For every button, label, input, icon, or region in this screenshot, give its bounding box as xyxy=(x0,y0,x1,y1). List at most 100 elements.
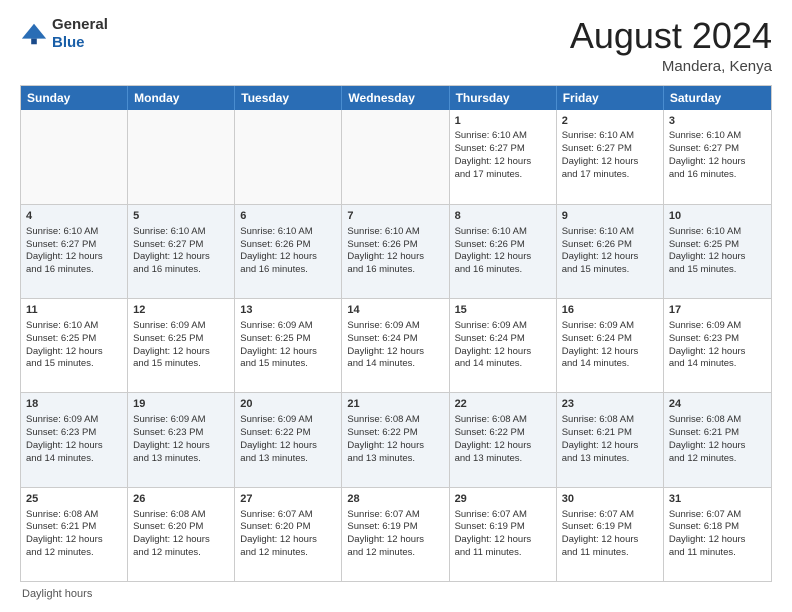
calendar-row: 11Sunrise: 6:10 AMSunset: 6:25 PMDayligh… xyxy=(21,298,771,392)
calendar-body: 1Sunrise: 6:10 AMSunset: 6:27 PMDaylight… xyxy=(21,110,771,581)
day-info: and 16 minutes. xyxy=(26,264,122,277)
day-info: Sunset: 6:19 PM xyxy=(347,521,443,534)
day-number: 25 xyxy=(26,492,122,507)
day-info: Daylight: 12 hours xyxy=(669,534,766,547)
calendar-cell: 6Sunrise: 6:10 AMSunset: 6:26 PMDaylight… xyxy=(235,205,342,298)
day-info: Daylight: 12 hours xyxy=(26,534,122,547)
day-info: and 16 minutes. xyxy=(455,264,551,277)
day-number: 24 xyxy=(669,397,766,412)
day-number: 5 xyxy=(133,209,229,224)
calendar-cell: 18Sunrise: 6:09 AMSunset: 6:23 PMDayligh… xyxy=(21,393,128,486)
day-info: Sunrise: 6:10 AM xyxy=(26,226,122,239)
day-number: 16 xyxy=(562,303,658,318)
day-info: and 15 minutes. xyxy=(26,358,122,371)
day-number: 14 xyxy=(347,303,443,318)
day-info: and 15 minutes. xyxy=(562,264,658,277)
day-info: Sunset: 6:24 PM xyxy=(347,333,443,346)
calendar-cell: 15Sunrise: 6:09 AMSunset: 6:24 PMDayligh… xyxy=(450,299,557,392)
day-info: Daylight: 12 hours xyxy=(240,440,336,453)
day-info: and 12 minutes. xyxy=(133,547,229,560)
calendar-cell: 3Sunrise: 6:10 AMSunset: 6:27 PMDaylight… xyxy=(664,110,771,204)
calendar-row: 1Sunrise: 6:10 AMSunset: 6:27 PMDaylight… xyxy=(21,110,771,204)
calendar-cell: 5Sunrise: 6:10 AMSunset: 6:27 PMDaylight… xyxy=(128,205,235,298)
calendar-cell xyxy=(128,110,235,204)
calendar: SundayMondayTuesdayWednesdayThursdayFrid… xyxy=(20,85,772,582)
day-info: and 14 minutes. xyxy=(347,358,443,371)
day-info: Daylight: 12 hours xyxy=(669,251,766,264)
day-info: Sunrise: 6:10 AM xyxy=(455,226,551,239)
day-info: and 11 minutes. xyxy=(562,547,658,560)
day-number: 26 xyxy=(133,492,229,507)
day-info: Daylight: 12 hours xyxy=(669,156,766,169)
day-info: Daylight: 12 hours xyxy=(347,346,443,359)
day-info: Sunset: 6:27 PM xyxy=(26,239,122,252)
calendar-header-cell: Saturday xyxy=(664,86,771,110)
day-info: and 12 minutes. xyxy=(240,547,336,560)
day-info: Daylight: 12 hours xyxy=(455,346,551,359)
day-info: Sunrise: 6:10 AM xyxy=(347,226,443,239)
day-number: 23 xyxy=(562,397,658,412)
day-info: Sunset: 6:21 PM xyxy=(26,521,122,534)
day-info: Sunset: 6:20 PM xyxy=(133,521,229,534)
calendar-header-cell: Wednesday xyxy=(342,86,449,110)
day-info: Daylight: 12 hours xyxy=(26,251,122,264)
day-info: Sunrise: 6:10 AM xyxy=(562,130,658,143)
day-number: 8 xyxy=(455,209,551,224)
day-info: Sunrise: 6:08 AM xyxy=(26,509,122,522)
day-info: Sunrise: 6:08 AM xyxy=(562,414,658,427)
day-info: Sunset: 6:23 PM xyxy=(133,427,229,440)
day-info: Daylight: 12 hours xyxy=(133,534,229,547)
month-title: August 2024 xyxy=(570,16,772,56)
day-info: Sunset: 6:25 PM xyxy=(26,333,122,346)
day-info: Sunrise: 6:08 AM xyxy=(669,414,766,427)
day-info: Sunset: 6:21 PM xyxy=(562,427,658,440)
day-info: Sunset: 6:24 PM xyxy=(455,333,551,346)
calendar-cell: 2Sunrise: 6:10 AMSunset: 6:27 PMDaylight… xyxy=(557,110,664,204)
day-number: 4 xyxy=(26,209,122,224)
day-info: Sunrise: 6:07 AM xyxy=(562,509,658,522)
day-info: Sunset: 6:26 PM xyxy=(347,239,443,252)
day-info: and 13 minutes. xyxy=(455,453,551,466)
day-number: 2 xyxy=(562,114,658,129)
day-info: Sunset: 6:27 PM xyxy=(669,143,766,156)
calendar-cell: 23Sunrise: 6:08 AMSunset: 6:21 PMDayligh… xyxy=(557,393,664,486)
calendar-cell: 25 Sunrise: 6:08 AMSunset: 6:21 PMDayligh… xyxy=(21,488,128,581)
day-info: Sunrise: 6:10 AM xyxy=(669,130,766,143)
day-number: 21 xyxy=(347,397,443,412)
calendar-cell: 27Sunrise: 6:07 AMSunset: 6:20 PMDayligh… xyxy=(235,488,342,581)
day-number: 6 xyxy=(240,209,336,224)
day-info: Sunrise: 6:10 AM xyxy=(669,226,766,239)
day-info: Sunset: 6:26 PM xyxy=(562,239,658,252)
calendar-header-cell: Tuesday xyxy=(235,86,342,110)
calendar-cell xyxy=(342,110,449,204)
day-number: 28 xyxy=(347,492,443,507)
calendar-header-cell: Monday xyxy=(128,86,235,110)
day-info: and 14 minutes. xyxy=(562,358,658,371)
day-info: and 13 minutes. xyxy=(347,453,443,466)
day-info: and 15 minutes. xyxy=(240,358,336,371)
day-info: and 13 minutes. xyxy=(240,453,336,466)
day-info: and 12 minutes. xyxy=(669,453,766,466)
day-info: Daylight: 12 hours xyxy=(562,346,658,359)
calendar-cell: 28Sunrise: 6:07 AMSunset: 6:19 PMDayligh… xyxy=(342,488,449,581)
day-number: 3 xyxy=(669,114,766,129)
day-number: 10 xyxy=(669,209,766,224)
day-info: Sunset: 6:25 PM xyxy=(669,239,766,252)
day-info: Sunrise: 6:10 AM xyxy=(26,320,122,333)
day-info: and 15 minutes. xyxy=(133,358,229,371)
day-info: and 14 minutes. xyxy=(455,358,551,371)
day-info: Daylight: 12 hours xyxy=(26,346,122,359)
day-info: Sunset: 6:19 PM xyxy=(455,521,551,534)
calendar-row: 18Sunrise: 6:09 AMSunset: 6:23 PMDayligh… xyxy=(21,392,771,486)
logo-icon xyxy=(20,20,48,48)
day-info: Sunset: 6:27 PM xyxy=(455,143,551,156)
day-info: Daylight: 12 hours xyxy=(455,156,551,169)
day-info: Sunrise: 6:08 AM xyxy=(133,509,229,522)
day-info: Sunset: 6:25 PM xyxy=(133,333,229,346)
calendar-cell: 8Sunrise: 6:10 AMSunset: 6:26 PMDaylight… xyxy=(450,205,557,298)
day-info: Sunrise: 6:10 AM xyxy=(133,226,229,239)
calendar-cell: 21Sunrise: 6:08 AMSunset: 6:22 PMDayligh… xyxy=(342,393,449,486)
day-info: Sunset: 6:26 PM xyxy=(455,239,551,252)
day-info: and 12 minutes. xyxy=(26,547,122,560)
day-info: Daylight: 12 hours xyxy=(133,251,229,264)
